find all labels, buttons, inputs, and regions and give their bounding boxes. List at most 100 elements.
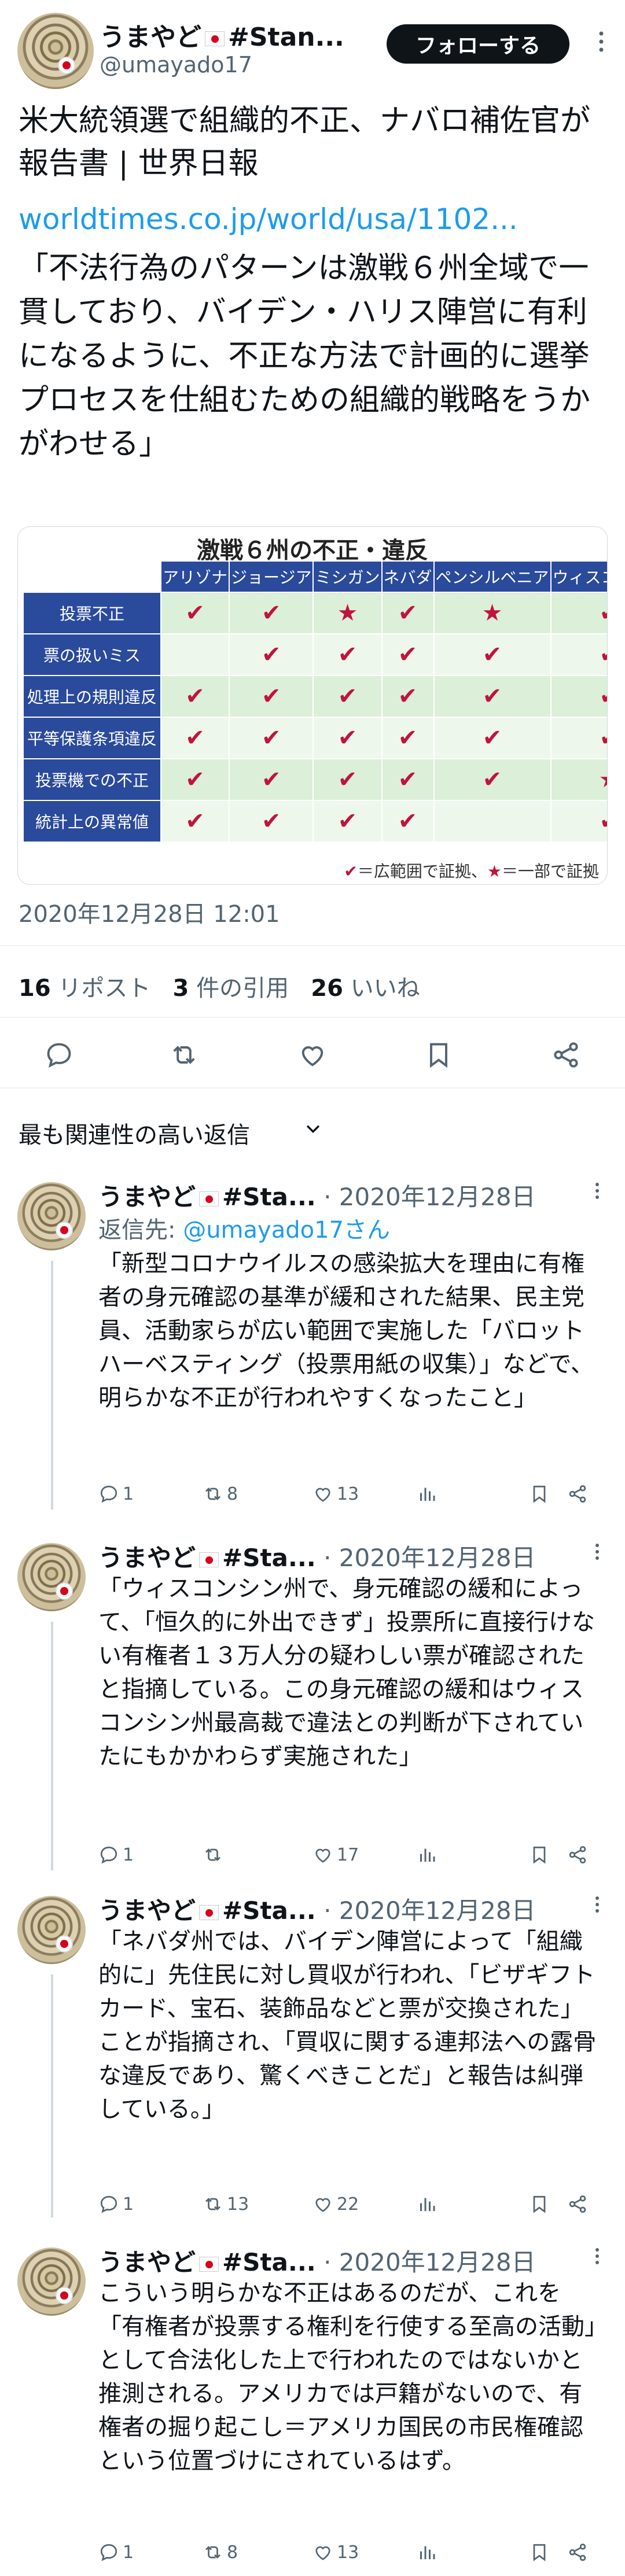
chevron-down-icon[interactable] [303, 1119, 323, 1141]
repost-count: 8 [227, 2542, 238, 2563]
legend-check-text: ＝広範囲で証拠、 [357, 862, 487, 881]
reply-author-name[interactable]: うまやど [98, 1183, 196, 1211]
like-button[interactable]: 22 [312, 2190, 359, 2219]
reply-icon [100, 1485, 117, 1503]
table-cell [433, 800, 552, 843]
table-row: 処理上の規則違反 ✔ ✔ ✔ ✔ ✔ ✔ [22, 675, 607, 718]
post-link[interactable]: worldtimes.co.jp/world/usa/1102... [19, 202, 518, 236]
more-icon[interactable] [593, 30, 610, 53]
share-icon [569, 1846, 586, 1863]
table-cell: ✔ [381, 800, 435, 843]
views-button[interactable] [417, 2190, 441, 2219]
table-header: ネバダ [381, 560, 435, 593]
repost-button[interactable]: 8 [203, 2538, 238, 2567]
views-button[interactable] [417, 2538, 441, 2567]
repost-icon[interactable] [166, 1036, 203, 1073]
bookmark-button[interactable] [529, 2190, 553, 2219]
share-button[interactable] [567, 2190, 591, 2219]
bookmark-button[interactable] [529, 1840, 553, 1869]
share-button[interactable] [567, 1479, 591, 1508]
table-cell: ✔ [229, 800, 314, 843]
reply-avatar[interactable] [17, 1543, 86, 1611]
share-button[interactable] [567, 1840, 591, 1869]
replying-handle[interactable]: @umayado17さん [183, 1217, 390, 1243]
reply-date[interactable]: · 2020年12月28日 [323, 1896, 535, 1925]
likes-label[interactable]: いいね [351, 975, 420, 1002]
follow-button[interactable]: フォローする [387, 24, 569, 64]
more-icon[interactable] [595, 1182, 600, 1202]
views-button[interactable] [417, 1479, 441, 1508]
share-icon [569, 2195, 586, 2213]
share-button[interactable] [567, 2538, 591, 2567]
quotes-count[interactable]: 3 [173, 975, 189, 1002]
repost-button[interactable] [203, 1840, 227, 1869]
author-avatar[interactable] [17, 13, 94, 89]
reply-item[interactable]: うまやど #Sta... · 2020年12月28日 返信先: @umayado1… [0, 1174, 625, 1521]
post-action-bar [0, 1036, 625, 1077]
like-button[interactable]: 17 [312, 1840, 359, 1869]
bookmark-button[interactable] [529, 2538, 553, 2567]
table-header: ミシガン [312, 560, 383, 593]
reply-item[interactable]: うまやど #Sta... · 2020年12月28日 こういう明らかな不正はあるの… [0, 2239, 625, 2569]
bookmark-button[interactable] [529, 1479, 553, 1508]
bookmark-icon[interactable] [420, 1036, 457, 1073]
author-handle[interactable]: @umayado17 [100, 52, 252, 77]
reply-author-suffix[interactable]: #Sta... [222, 1544, 316, 1572]
reply-date[interactable]: · 2020年12月28日 [323, 1183, 535, 1211]
reply-sort-dropdown[interactable]: 最も関連性の高い返信 [19, 1116, 250, 1150]
share-icon [569, 2544, 586, 2561]
views-button[interactable] [417, 1840, 441, 1869]
reply-author-suffix[interactable]: #Sta... [222, 2248, 316, 2276]
bookmark-icon [533, 1485, 546, 1503]
table-cell: ✔ [433, 758, 552, 801]
reply-date[interactable]: · 2020年12月28日 [323, 2248, 535, 2276]
post-image[interactable]: 激戦６州の不正・違反 アリゾナ ジョージア ミシガン ネバダ ペンシルベニア ウ… [17, 526, 608, 885]
reply-author-name[interactable]: うまやど [98, 2248, 196, 2276]
reply-avatar[interactable] [17, 1896, 86, 1964]
row-label: 投票不正 [22, 592, 162, 634]
reply-author-name[interactable]: うまやど [98, 1896, 196, 1925]
reply-avatar[interactable] [17, 1182, 86, 1250]
reply-icon [100, 2195, 117, 2213]
repost-button[interactable]: 13 [203, 2190, 249, 2219]
post-timestamp[interactable]: 2020年12月28日 12:01 [19, 895, 280, 929]
reply-avatar[interactable] [17, 2247, 86, 2316]
reposts-count[interactable]: 16 [19, 975, 51, 1002]
reposts-label[interactable]: リポスト [58, 975, 150, 1002]
row-label: 票の扱いミス [22, 633, 162, 676]
table-cell: ✔ [312, 717, 383, 759]
more-icon[interactable] [595, 1896, 600, 1916]
share-icon[interactable] [547, 1036, 584, 1073]
like-button[interactable]: 13 [312, 1479, 359, 1508]
more-icon[interactable] [595, 1543, 600, 1563]
table-cell: ✔ [550, 675, 607, 718]
author-name[interactable]: うまやど #Stan... [100, 16, 344, 53]
reply-button[interactable]: 1 [98, 1840, 134, 1869]
table-cell: ✔ [229, 675, 314, 718]
quotes-label[interactable]: 件の引用 [196, 975, 289, 1002]
author-name-text[interactable]: うまやど [100, 23, 201, 52]
divider [0, 945, 625, 946]
reply-button[interactable]: 1 [98, 1479, 134, 1508]
table-cell: ✔ [433, 633, 552, 676]
more-icon[interactable] [595, 2247, 600, 2267]
reply-item[interactable]: うまやど #Sta... · 2020年12月28日 「ネバダ州では、バイデン陣営… [0, 1888, 625, 2235]
reply-icon [100, 1846, 117, 1864]
likes-count[interactable]: 26 [311, 975, 343, 1002]
table-cell: ✔ [312, 800, 383, 843]
reply-icon[interactable] [41, 1036, 78, 1073]
reply-author-suffix[interactable]: #Sta... [222, 1896, 316, 1925]
repost-button[interactable]: 8 [203, 1479, 238, 1508]
reply-button[interactable]: 1 [98, 2538, 134, 2567]
table-cell: ✔ [160, 800, 230, 843]
like-icon[interactable] [294, 1036, 331, 1073]
reply-author-suffix[interactable]: #Sta... [222, 1183, 316, 1211]
reply-icon [100, 2544, 117, 2562]
reply-item[interactable]: うまやど #Sta... · 2020年12月28日 「ウィスコンシン州で、身元確… [0, 1535, 625, 1882]
reply-date[interactable]: · 2020年12月28日 [323, 1544, 535, 1572]
author-name-suffix[interactable]: #Stan... [228, 23, 344, 52]
reply-button[interactable]: 1 [98, 2190, 134, 2219]
like-button[interactable]: 13 [312, 2538, 359, 2567]
table-cell: ★ [550, 758, 607, 801]
reply-author-name[interactable]: うまやど [98, 1544, 196, 1572]
